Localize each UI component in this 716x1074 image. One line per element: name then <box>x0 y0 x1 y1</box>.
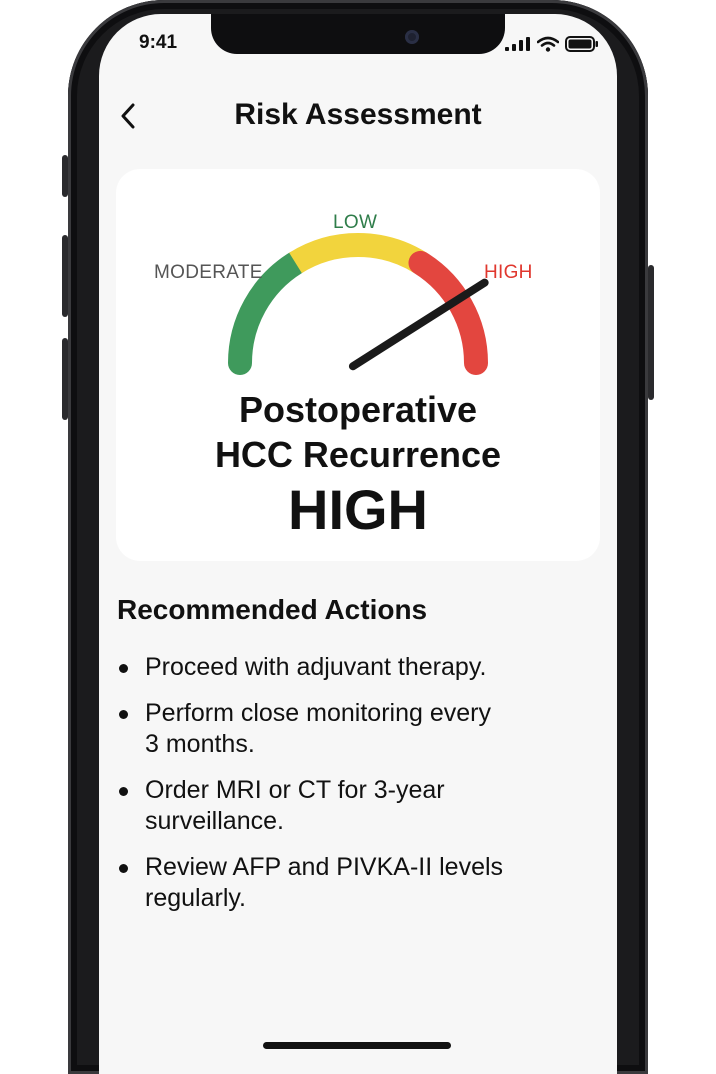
recommendations-title: Recommended Actions <box>117 594 428 625</box>
gauge-arc-low <box>289 233 427 274</box>
risk-level: HIGH <box>288 478 428 541</box>
notch <box>211 14 505 54</box>
result-title-line-2: HCC Recurrence <box>214 434 502 475</box>
result-title: Postoperative HCC Recurrence <box>116 387 600 477</box>
gauge-label-low: LOW <box>333 212 378 233</box>
mute-switch <box>62 155 68 197</box>
wifi-icon <box>537 36 559 52</box>
status-icons <box>505 36 599 52</box>
recommendations-list: Proceed with adjuvant therapy. Perform c… <box>117 652 587 929</box>
screen: 9:41 Risk Assessment LOW MODERATE HIGH P… <box>99 14 617 1074</box>
list-item-line: Review AFP and PIVKA-II levels <box>145 853 504 881</box>
risk-gauge <box>228 233 489 375</box>
risk-card: LOW MODERATE HIGH Postoperative HCC Recu… <box>116 169 600 561</box>
volume-up-button <box>62 235 68 317</box>
battery-icon <box>565 36 598 52</box>
home-indicator[interactable] <box>263 1042 451 1049</box>
list-item-line: Order MRI or CT for 3-year <box>145 776 445 804</box>
result-title-line-1: Postoperative <box>238 389 478 430</box>
page-title: Risk Assessment <box>234 98 482 131</box>
list-item: Proceed with adjuvant therapy. <box>117 652 587 683</box>
front-camera <box>405 30 419 44</box>
bullet-icon <box>119 664 128 673</box>
list-item: Order MRI or CT for 3-year surveillance. <box>117 775 587 837</box>
bullet-icon <box>119 710 128 719</box>
gauge-arc-high <box>408 250 488 375</box>
navigation-bar: Risk Assessment <box>99 92 617 142</box>
bullet-icon <box>119 787 128 796</box>
status-time: 9:41 <box>139 32 178 53</box>
list-item-line: surveillance. <box>145 807 284 835</box>
cellular-signal-icon <box>505 37 530 51</box>
gauge-label-high: HIGH <box>484 262 533 283</box>
gauge-label-moderate: MODERATE <box>154 262 263 283</box>
volume-down-button <box>62 338 68 420</box>
list-item: Review AFP and PIVKA-II levels regularly… <box>117 852 587 914</box>
list-item-line: Perform close monitoring every <box>145 699 491 727</box>
list-item-line: 3 months. <box>145 730 255 758</box>
bullet-icon <box>119 864 128 873</box>
power-button <box>648 265 654 400</box>
list-item-line: Proceed with adjuvant therapy. <box>145 653 487 681</box>
list-item: Perform close monitoring every 3 months. <box>117 698 587 760</box>
list-item-line: regularly. <box>145 884 246 912</box>
